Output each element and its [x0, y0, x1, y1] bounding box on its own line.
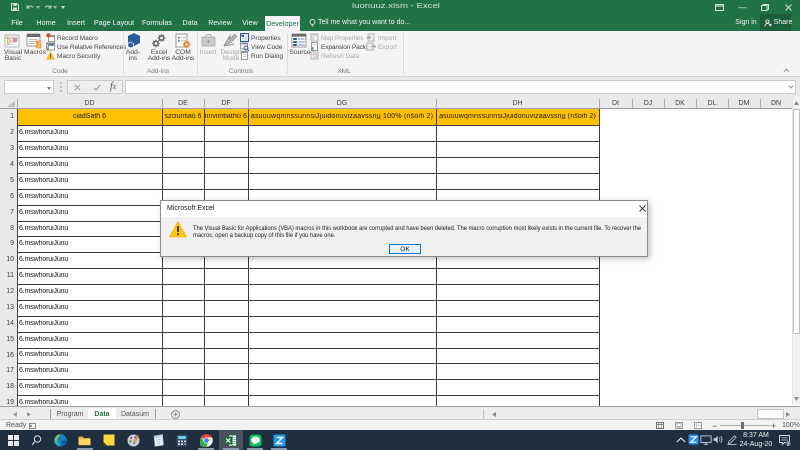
svg-text:3: 3	[786, 442, 789, 448]
